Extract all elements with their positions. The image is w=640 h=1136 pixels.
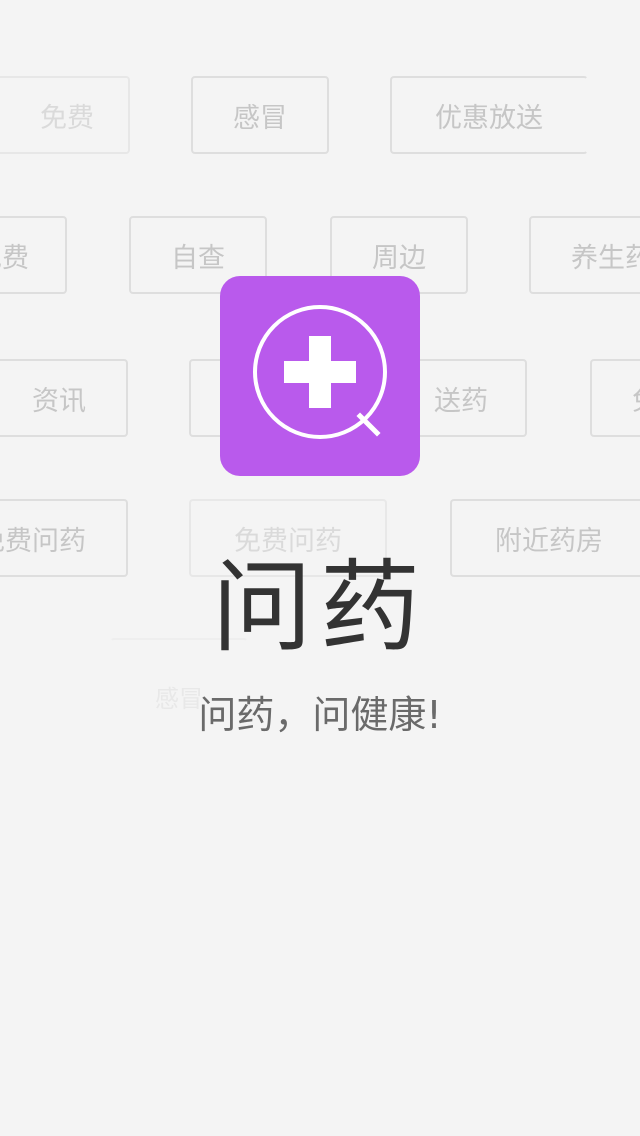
background-tag: 感冒 <box>191 76 329 154</box>
app-tagline: 问药，问健康! <box>198 693 442 737</box>
background-tag: 优惠放送 <box>390 76 588 154</box>
background-tag: 养生药 <box>529 216 640 294</box>
app-logo <box>220 276 420 476</box>
background-tag: 免费 <box>0 76 130 154</box>
background-tag: 免费 <box>0 216 67 294</box>
background-tag: 资讯 <box>0 359 128 437</box>
app-title: 问药 <box>212 549 428 666</box>
plus-magnifier-icon <box>253 305 387 439</box>
background-tag: 免 <box>590 359 640 437</box>
